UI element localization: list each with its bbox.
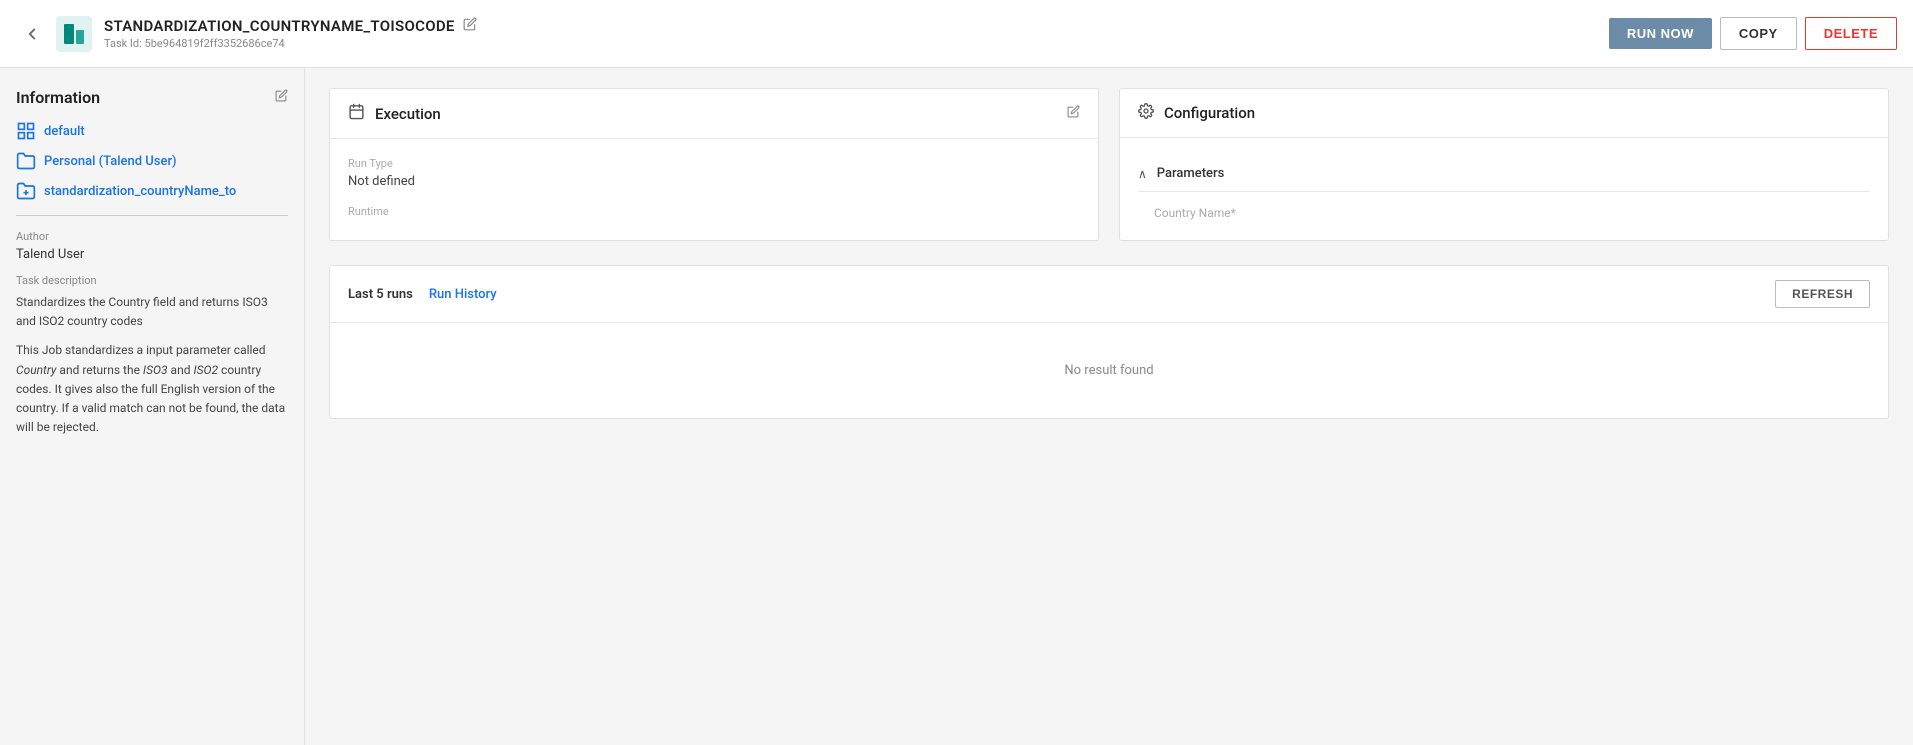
cards-row: Execution Run Type Not defined Runtime	[329, 88, 1889, 241]
delete-button[interactable]: DELETE	[1805, 17, 1897, 50]
execution-edit-icon[interactable]	[1067, 105, 1080, 122]
bottom-section-header: Last 5 runs Run History REFRESH	[330, 266, 1888, 323]
parameters-title: Parameters	[1157, 166, 1224, 181]
execution-card-header: Execution	[330, 89, 1098, 139]
configuration-card-body: ∧ Parameters Country Name*	[1120, 138, 1888, 239]
sidebar-item-standardization-label: standardization_countryName_to	[44, 184, 236, 199]
run-now-button[interactable]: RUN NOW	[1609, 18, 1712, 49]
execution-header-left: Execution	[348, 103, 441, 124]
bottom-header-left: Last 5 runs Run History	[348, 287, 497, 302]
calendar-icon	[348, 103, 365, 124]
content-area: Execution Run Type Not defined Runtime	[305, 68, 1913, 745]
folder-icon	[16, 151, 36, 171]
gear-icon	[1138, 103, 1154, 123]
task-icon	[56, 16, 92, 52]
sidebar-item-default[interactable]: default	[16, 121, 288, 141]
topbar-actions: RUN NOW COPY DELETE	[1609, 17, 1897, 50]
parameters-section: ∧ Parameters	[1138, 156, 1870, 192]
configuration-card-header: Configuration	[1120, 89, 1888, 138]
execution-card: Execution Run Type Not defined Runtime	[329, 88, 1099, 241]
sidebar-item-standardization[interactable]: standardization_countryName_to	[16, 181, 288, 201]
grid-icon	[16, 121, 36, 141]
main-layout: Information default	[0, 68, 1913, 745]
configuration-title: Configuration	[1164, 104, 1255, 122]
last-5-runs-label: Last 5 runs	[348, 287, 413, 302]
execution-card-body: Run Type Not defined Runtime	[330, 139, 1098, 240]
refresh-button[interactable]: REFRESH	[1775, 280, 1870, 308]
sidebar-item-personal[interactable]: Personal (Talend User)	[16, 151, 288, 171]
copy-button[interactable]: COPY	[1720, 17, 1797, 50]
config-header-left: Configuration	[1138, 103, 1255, 123]
task-description-1: Standardizes the Country field and retur…	[16, 293, 288, 331]
topbar-title-area: STANDARDIZATION_COUNTRYNAME_TOISOCODE Ta…	[104, 17, 1609, 50]
configuration-card: Configuration ∧ Parameters Country Name*	[1119, 88, 1889, 241]
sidebar-item-default-label: default	[44, 124, 85, 139]
runtime-label: Runtime	[348, 205, 1080, 218]
folder2-icon	[16, 181, 36, 201]
author-label: Author	[16, 230, 288, 243]
sidebar-header: Information	[16, 88, 288, 107]
sidebar-item-personal-label: Personal (Talend User)	[44, 154, 177, 169]
task-description-label: Task description	[16, 274, 288, 287]
sidebar-edit-icon[interactable]	[275, 89, 288, 106]
country-name-label: Country Name*	[1154, 206, 1236, 220]
bottom-section: Last 5 runs Run History REFRESH No resul…	[329, 265, 1889, 419]
sidebar-divider	[16, 215, 288, 216]
title-edit-icon[interactable]	[463, 17, 477, 35]
page-title: STANDARDIZATION_COUNTRYNAME_TOISOCODE	[104, 17, 455, 35]
sidebar: Information default	[0, 68, 305, 745]
parameters-body: Country Name*	[1138, 206, 1870, 221]
sidebar-info-title: Information	[16, 88, 100, 107]
run-type-label: Run Type	[348, 157, 1080, 170]
task-description-2: This Job standardizes a input parameter …	[16, 341, 288, 437]
back-button[interactable]	[16, 18, 48, 50]
task-id: Task Id: 5be964819f2ff3352686ce74	[104, 37, 1609, 50]
no-result-text: No result found	[330, 323, 1888, 418]
execution-title: Execution	[375, 105, 441, 123]
run-history-link[interactable]: Run History	[429, 287, 497, 302]
topbar: STANDARDIZATION_COUNTRYNAME_TOISOCODE Ta…	[0, 0, 1913, 68]
run-type-value: Not defined	[348, 174, 1080, 189]
chevron-up-icon[interactable]: ∧	[1138, 167, 1147, 181]
author-value: Talend User	[16, 247, 288, 262]
